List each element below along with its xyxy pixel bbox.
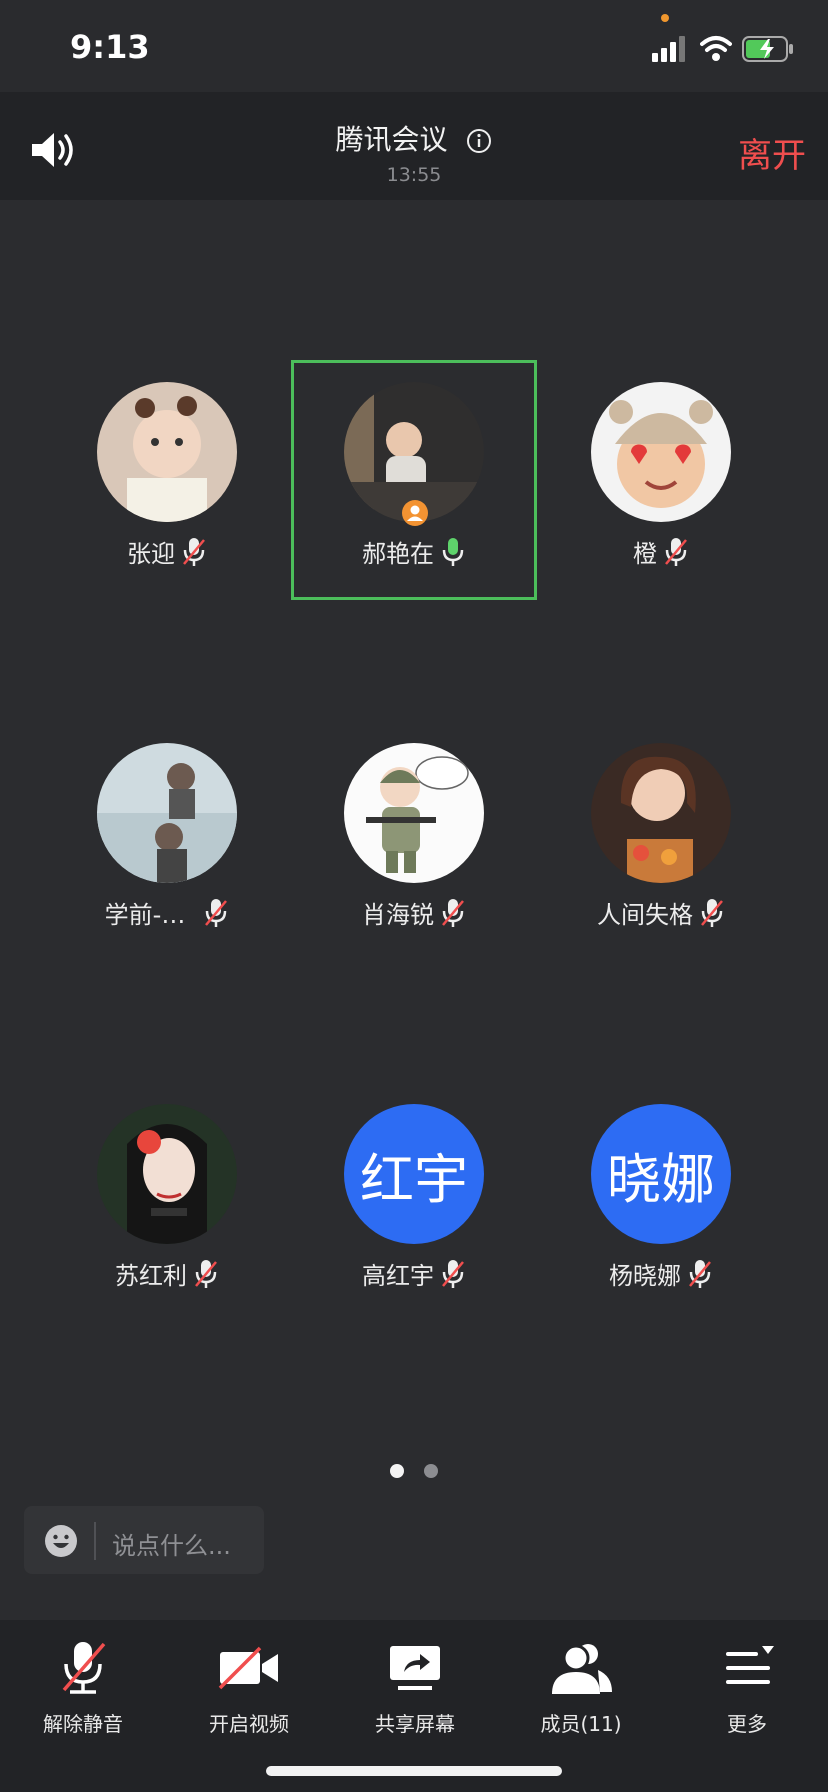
avatar bbox=[591, 743, 731, 883]
avatar bbox=[97, 743, 237, 883]
avatar bbox=[97, 382, 237, 522]
participant-name: 肖海锐 bbox=[362, 901, 434, 929]
chat-placeholder: 说点什么... bbox=[112, 1532, 231, 1560]
participant-name-row: 苏红利 bbox=[44, 1256, 290, 1291]
avatar-initials: 晓娜 bbox=[591, 1104, 731, 1244]
participant-tile-active-speaker[interactable]: 郝艳在 bbox=[291, 360, 537, 600]
emoji-icon[interactable] bbox=[44, 1524, 78, 1558]
meeting-header: 腾讯会议 13:55 离开 bbox=[0, 92, 828, 200]
mic-muted-icon bbox=[195, 1259, 217, 1288]
mic-muted-icon bbox=[665, 537, 687, 566]
mic-muted-icon bbox=[183, 537, 205, 566]
mic-muted-icon bbox=[701, 898, 723, 927]
mic-muted-icon bbox=[205, 898, 228, 927]
meeting-duration: 13:55 bbox=[386, 164, 442, 186]
participant-name: 张迎 bbox=[127, 540, 175, 568]
participant-name: 橙 bbox=[633, 540, 657, 568]
mic-muted-icon bbox=[689, 1259, 711, 1288]
page-indicator bbox=[0, 1464, 828, 1478]
avatar-initials: 红宇 bbox=[344, 1104, 484, 1244]
home-indicator[interactable] bbox=[266, 1766, 562, 1776]
more-button[interactable]: 更多 bbox=[664, 1640, 828, 1750]
participant-tile[interactable]: 学前-… bbox=[44, 721, 290, 961]
members-label: 成员(11) bbox=[540, 1712, 622, 1736]
participant-name: 杨晓娜 bbox=[609, 1262, 681, 1290]
participant-name-row: 肖海锐 bbox=[291, 895, 537, 930]
participant-tile[interactable]: 晓娜 杨晓娜 bbox=[538, 1082, 784, 1322]
start-video-label: 开启视频 bbox=[209, 1712, 289, 1736]
participant-name: 苏红利 bbox=[115, 1262, 187, 1290]
avatar bbox=[344, 743, 484, 883]
battery-icon bbox=[742, 36, 793, 62]
members-button[interactable]: 成员(11) bbox=[498, 1640, 664, 1750]
privacy-indicator bbox=[661, 14, 669, 22]
status-time: 9:13 bbox=[70, 28, 150, 66]
participant-name-row: 学前-… bbox=[44, 895, 290, 930]
participant-name-row: 人间失格 bbox=[538, 895, 784, 930]
avatar bbox=[97, 1104, 237, 1244]
avatar bbox=[591, 382, 731, 522]
cellular-signal-icon bbox=[652, 36, 685, 62]
participant-name-row: 高红宇 bbox=[291, 1256, 537, 1291]
participant-name: 郝艳在 bbox=[362, 540, 434, 568]
start-video-button[interactable]: 开启视频 bbox=[166, 1640, 332, 1750]
participant-name-row: 张迎 bbox=[44, 534, 290, 569]
participant-name-row: 杨晓娜 bbox=[538, 1256, 784, 1291]
mic-muted-icon bbox=[62, 1642, 106, 1694]
participant-tile[interactable]: 橙 bbox=[538, 360, 784, 600]
chat-input[interactable]: 说点什么... bbox=[24, 1506, 264, 1574]
info-icon[interactable] bbox=[466, 128, 492, 154]
mic-muted-icon bbox=[442, 898, 464, 927]
participant-tile[interactable]: 人间失格 bbox=[538, 721, 784, 961]
mic-active-icon bbox=[442, 537, 464, 566]
status-bar: 9:13 bbox=[0, 0, 828, 92]
meeting-title: 腾讯会议 bbox=[335, 123, 448, 156]
mic-muted-icon bbox=[442, 1259, 464, 1288]
more-menu-icon bbox=[726, 1646, 774, 1684]
leave-button[interactable]: 离开 bbox=[738, 128, 806, 177]
page-dot-active[interactable] bbox=[390, 1464, 404, 1478]
unmute-label: 解除静音 bbox=[43, 1712, 123, 1736]
participant-tile[interactable]: 肖海锐 bbox=[291, 721, 537, 961]
participant-name: 人间失格 bbox=[597, 901, 693, 929]
participant-tile[interactable]: 红宇 高红宇 bbox=[291, 1082, 537, 1322]
more-label: 更多 bbox=[727, 1712, 767, 1736]
share-screen-label: 共享屏幕 bbox=[375, 1712, 455, 1736]
meeting-title-row[interactable]: 腾讯会议 bbox=[0, 118, 828, 158]
chat-divider bbox=[94, 1522, 96, 1560]
camera-off-icon bbox=[218, 1646, 278, 1690]
share-screen-icon bbox=[390, 1646, 440, 1690]
participant-name-row: 郝艳在 bbox=[291, 534, 537, 569]
participant-tile[interactable]: 苏红利 bbox=[44, 1082, 290, 1322]
host-badge bbox=[402, 500, 428, 526]
page-dot[interactable] bbox=[424, 1464, 438, 1478]
share-screen-button[interactable]: 共享屏幕 bbox=[332, 1640, 498, 1750]
members-icon bbox=[552, 1644, 612, 1694]
participant-tile[interactable]: 张迎 bbox=[44, 360, 290, 600]
participant-name: 学前-… bbox=[104, 901, 186, 929]
participant-name: 高红宇 bbox=[362, 1262, 434, 1290]
participant-name-row: 橙 bbox=[538, 534, 784, 569]
wifi-icon bbox=[700, 36, 732, 61]
unmute-button[interactable]: 解除静音 bbox=[0, 1640, 166, 1750]
